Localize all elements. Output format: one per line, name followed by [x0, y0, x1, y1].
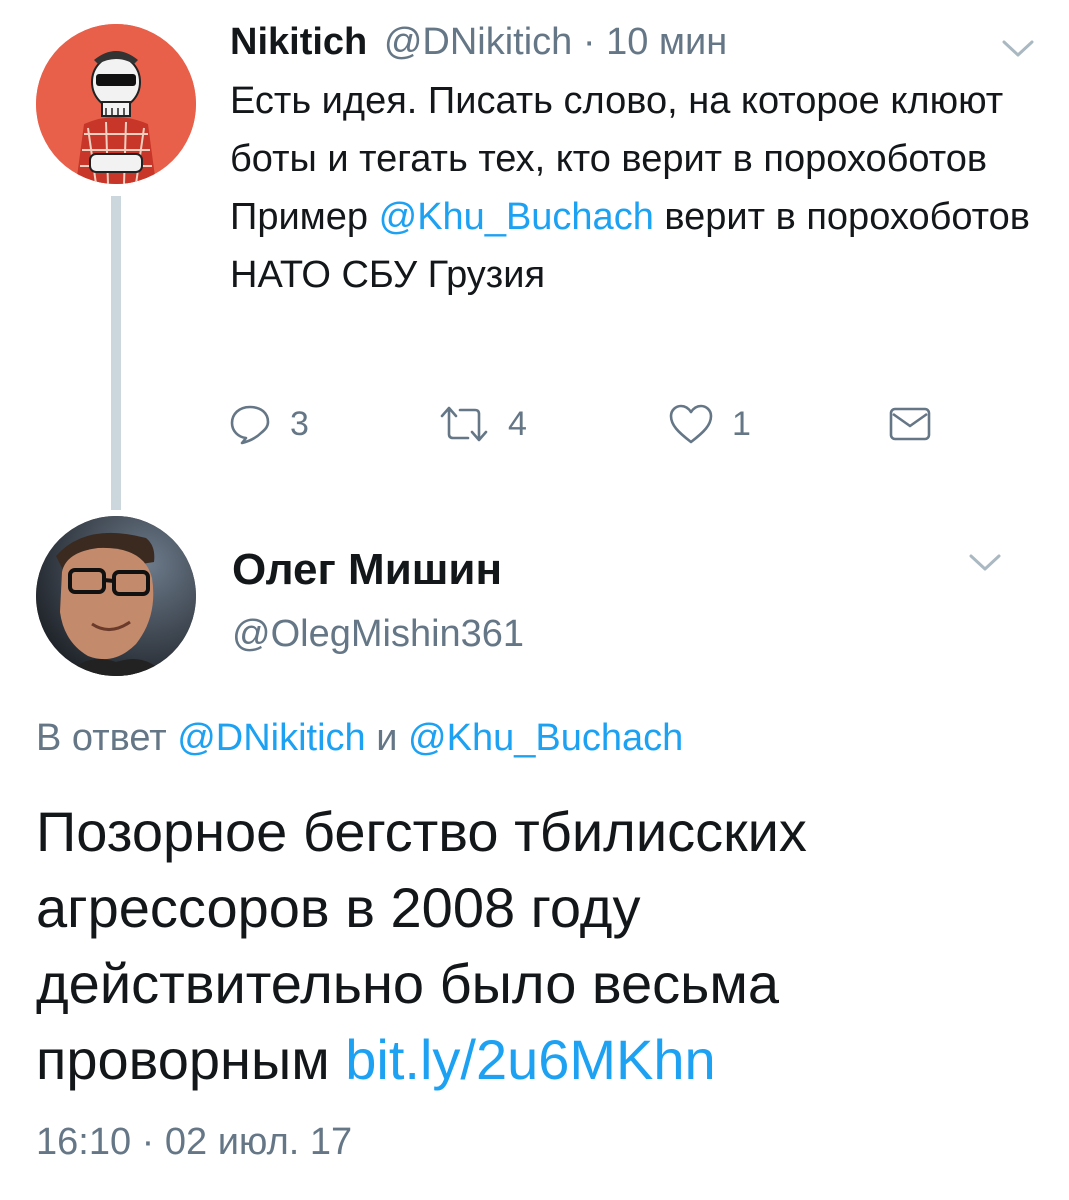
parent-tweet-text: Есть идея. Писать слово, на которое клюю…	[230, 72, 1030, 304]
reply-context-joiner: и	[365, 717, 409, 759]
parent-chevron-down-icon[interactable]	[1001, 38, 1035, 60]
reply-count: 3	[290, 404, 309, 443]
skull-avatar-icon	[36, 24, 196, 184]
parent-author-handle[interactable]: @DNikitich	[384, 21, 572, 63]
main-tweet-link[interactable]: bit.ly/2u6MKhn	[345, 1028, 715, 1091]
like-count: 1	[732, 404, 751, 443]
main-author-name[interactable]: Олег Мишин	[232, 542, 502, 598]
reply-action[interactable]: 3	[228, 396, 309, 452]
heart-icon	[669, 404, 713, 444]
main-author-handle[interactable]: @OlegMishin361	[232, 608, 524, 660]
like-action[interactable]: 1	[668, 396, 751, 452]
retweet-icon	[440, 406, 488, 442]
main-avatar[interactable]	[36, 516, 196, 676]
thread-line	[111, 196, 121, 510]
mention-khu-buchach-reply[interactable]: @Khu_Buchach	[408, 717, 683, 759]
retweet-action[interactable]: 4	[438, 396, 527, 452]
user-photo-avatar-icon	[36, 516, 196, 676]
parent-separator: ·	[572, 21, 607, 63]
direct-message-action[interactable]	[888, 396, 932, 452]
main-tweet-timestamp[interactable]: 16:10 · 02 июл. 17	[36, 1116, 352, 1168]
parent-author-name[interactable]: Nikitich	[230, 21, 367, 63]
parent-action-bar: 3 4 1	[228, 396, 948, 452]
parent-example-line: Пример @Khu_Buchach верит в порохоботов …	[230, 188, 1030, 304]
mention-dnikitich[interactable]: @DNikitich	[177, 717, 365, 759]
parent-header: Nikitich @DNikitich · 10 мин	[230, 18, 727, 66]
parent-time[interactable]: 10 мин	[606, 21, 727, 63]
parent-text-line: Есть идея. Писать слово, на которое клюю…	[230, 80, 1004, 180]
parent-example-prefix: Пример	[230, 196, 379, 238]
mention-khu-buchach[interactable]: @Khu_Buchach	[379, 196, 654, 238]
reply-context-prefix: В ответ	[36, 717, 178, 759]
reply-icon	[230, 405, 270, 445]
main-chevron-down-icon[interactable]	[968, 552, 1002, 574]
retweet-count: 4	[508, 404, 527, 443]
parent-avatar[interactable]	[36, 24, 196, 184]
envelope-icon	[889, 407, 931, 441]
reply-context: В ответ @DNikitich и @Khu_Buchach	[36, 712, 683, 764]
main-tweet-text: Позорное бегство тбилисских агрессоров в…	[36, 794, 1036, 1098]
